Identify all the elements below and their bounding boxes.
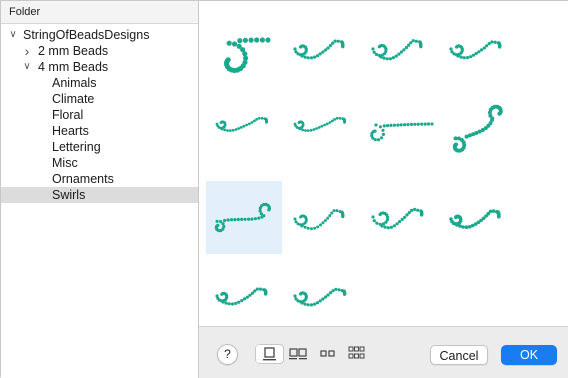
tree-item-label: Floral [52, 108, 84, 122]
bead-swirl-image [293, 209, 345, 231]
swirl-design-9[interactable] [206, 181, 282, 254]
swirl-design-13[interactable] [206, 256, 282, 329]
bead-swirl-image [449, 209, 501, 229]
bead-swirl-image [214, 202, 271, 233]
bead-swirl-image [370, 122, 434, 142]
bead-swirl-image [293, 39, 345, 60]
bead-swirl-image [215, 287, 268, 306]
tree-item-floral[interactable]: Floral [1, 107, 198, 123]
grid-view-icon[interactable] [342, 344, 371, 364]
bead-swirl-image [293, 116, 346, 132]
swirl-design-2[interactable] [284, 9, 360, 82]
tree-item-swirls[interactable]: Swirls [1, 187, 198, 203]
swirl-design-6[interactable] [284, 84, 360, 157]
bead-swirl-image [215, 116, 268, 132]
swirl-design-10[interactable] [284, 181, 360, 254]
chevron-right-icon[interactable]: › [22, 43, 32, 59]
tree-item-hearts[interactable]: Hearts [1, 123, 198, 139]
swirl-design-3[interactable] [362, 9, 438, 82]
double-view-icon[interactable] [284, 344, 313, 364]
swirl-design-4[interactable] [440, 9, 516, 82]
tree-item-label: Ornaments [52, 172, 114, 186]
tree-item-label: Animals [52, 76, 97, 90]
help-button[interactable]: ? [217, 344, 238, 365]
swirl-design-1[interactable] [206, 9, 282, 82]
cancel-button[interactable]: Cancel [430, 345, 488, 365]
view-mode-segmented-control [255, 344, 371, 364]
tree-item-ornaments[interactable]: Ornaments [1, 171, 198, 187]
bead-swirl-image [224, 37, 271, 74]
tree-item-lettering[interactable]: Lettering [1, 139, 198, 155]
bead-swirl-image [452, 104, 503, 153]
tree-item-label: 4 mm Beads [38, 60, 109, 74]
tree-item-label: Misc [52, 156, 78, 170]
swirl-design-8[interactable] [440, 84, 516, 157]
tree-item-label: 2 mm Beads [38, 44, 109, 58]
tree-item-4-mm-beads[interactable]: ∨ 4 mm Beads [1, 59, 198, 75]
swirl-design-7[interactable] [362, 84, 438, 157]
tree-item-misc[interactable]: Misc [1, 155, 198, 171]
tree-item-label: Climate [52, 92, 95, 106]
tree-item-animals[interactable]: Animals [1, 75, 198, 91]
tree-item-label: Lettering [52, 140, 101, 154]
single-view-icon[interactable] [255, 344, 284, 364]
tree-item-stringofbeadsdesigns[interactable]: ∨ StringOfBeadsDesigns [1, 27, 198, 43]
swirl-design-5[interactable] [206, 84, 282, 157]
tree-item-label: Hearts [52, 124, 89, 138]
swirl-design-12[interactable] [440, 181, 516, 254]
tree-item-climate[interactable]: Climate [1, 91, 198, 107]
bead-swirl-image [371, 207, 424, 230]
bead-swirl-image [449, 40, 502, 60]
chevron-down-icon[interactable]: ∨ [22, 59, 32, 75]
design-grid [199, 1, 568, 326]
folder-tree: ∨ StringOfBeadsDesigns › 2 mm Beads ∨ 4 mm Be… [1, 24, 198, 203]
tree-item-2-mm-beads[interactable]: › 2 mm Beads [1, 43, 198, 59]
bead-swirl-image [371, 39, 423, 61]
folder-sidebar: Folder ∨ StringOfBeadsDesigns › 2 mm Beads ∨… [1, 1, 199, 378]
ok-button[interactable]: OK [501, 345, 557, 365]
tree-item-label: Swirls [52, 188, 86, 202]
swirl-design-14[interactable] [284, 256, 360, 329]
design-browser-window: Folder ∨ StringOfBeadsDesigns › 2 mm Beads ∨… [0, 0, 568, 378]
tree-item-label: StringOfBeadsDesigns [23, 28, 150, 42]
swirl-design-11[interactable] [362, 181, 438, 254]
small-double-view-icon[interactable] [313, 344, 342, 364]
bead-swirl-image [293, 287, 347, 307]
dialog-footer: ? Cancel OK [199, 326, 568, 378]
chevron-down-icon[interactable]: ∨ [8, 27, 18, 43]
folder-header: Folder [1, 1, 198, 24]
